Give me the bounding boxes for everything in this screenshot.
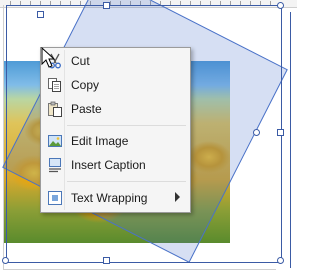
menu-item-label: Text Wrapping xyxy=(71,191,148,205)
mouse-pointer-icon xyxy=(41,47,55,68)
menu-item-edit-image[interactable]: Edit Image xyxy=(43,130,188,152)
selection-guide-line xyxy=(290,12,291,268)
menu-item-label: Copy xyxy=(71,78,100,92)
resize-handle-right[interactable] xyxy=(277,129,284,136)
menu-item-label: Edit Image xyxy=(71,134,129,148)
rotated-handle-top-left[interactable] xyxy=(37,11,44,18)
menu-item-insert-caption[interactable]: Insert Caption xyxy=(43,154,188,176)
insert-caption-icon xyxy=(47,157,63,173)
text-wrapping-icon xyxy=(47,190,63,206)
menu-item-text-wrapping[interactable]: Text Wrapping xyxy=(43,187,188,209)
resize-handle-bottom-right[interactable] xyxy=(277,257,284,264)
resize-handle-bottom-left[interactable] xyxy=(2,257,9,264)
context-menu: Cut Copy Paste Edit Image Insert Caption… xyxy=(40,47,191,213)
menu-item-label: Cut xyxy=(71,54,90,68)
submenu-arrow-icon xyxy=(175,192,180,202)
menu-separator xyxy=(67,181,186,182)
menu-separator xyxy=(67,125,186,126)
copy-icon xyxy=(47,77,63,93)
menu-item-copy[interactable]: Copy xyxy=(43,74,188,96)
resize-handle-top-right[interactable] xyxy=(277,2,284,9)
resize-handle-top[interactable] xyxy=(103,2,110,9)
menu-item-label: Paste xyxy=(71,102,102,116)
edit-image-icon xyxy=(47,133,63,149)
menu-item-label: Insert Caption xyxy=(71,158,146,172)
resize-handle-bottom[interactable] xyxy=(103,257,110,264)
menu-item-cut[interactable]: Cut xyxy=(43,50,188,72)
paste-icon xyxy=(47,101,63,117)
menu-item-paste[interactable]: Paste xyxy=(43,98,188,120)
rotated-handle-right[interactable] xyxy=(253,129,260,136)
